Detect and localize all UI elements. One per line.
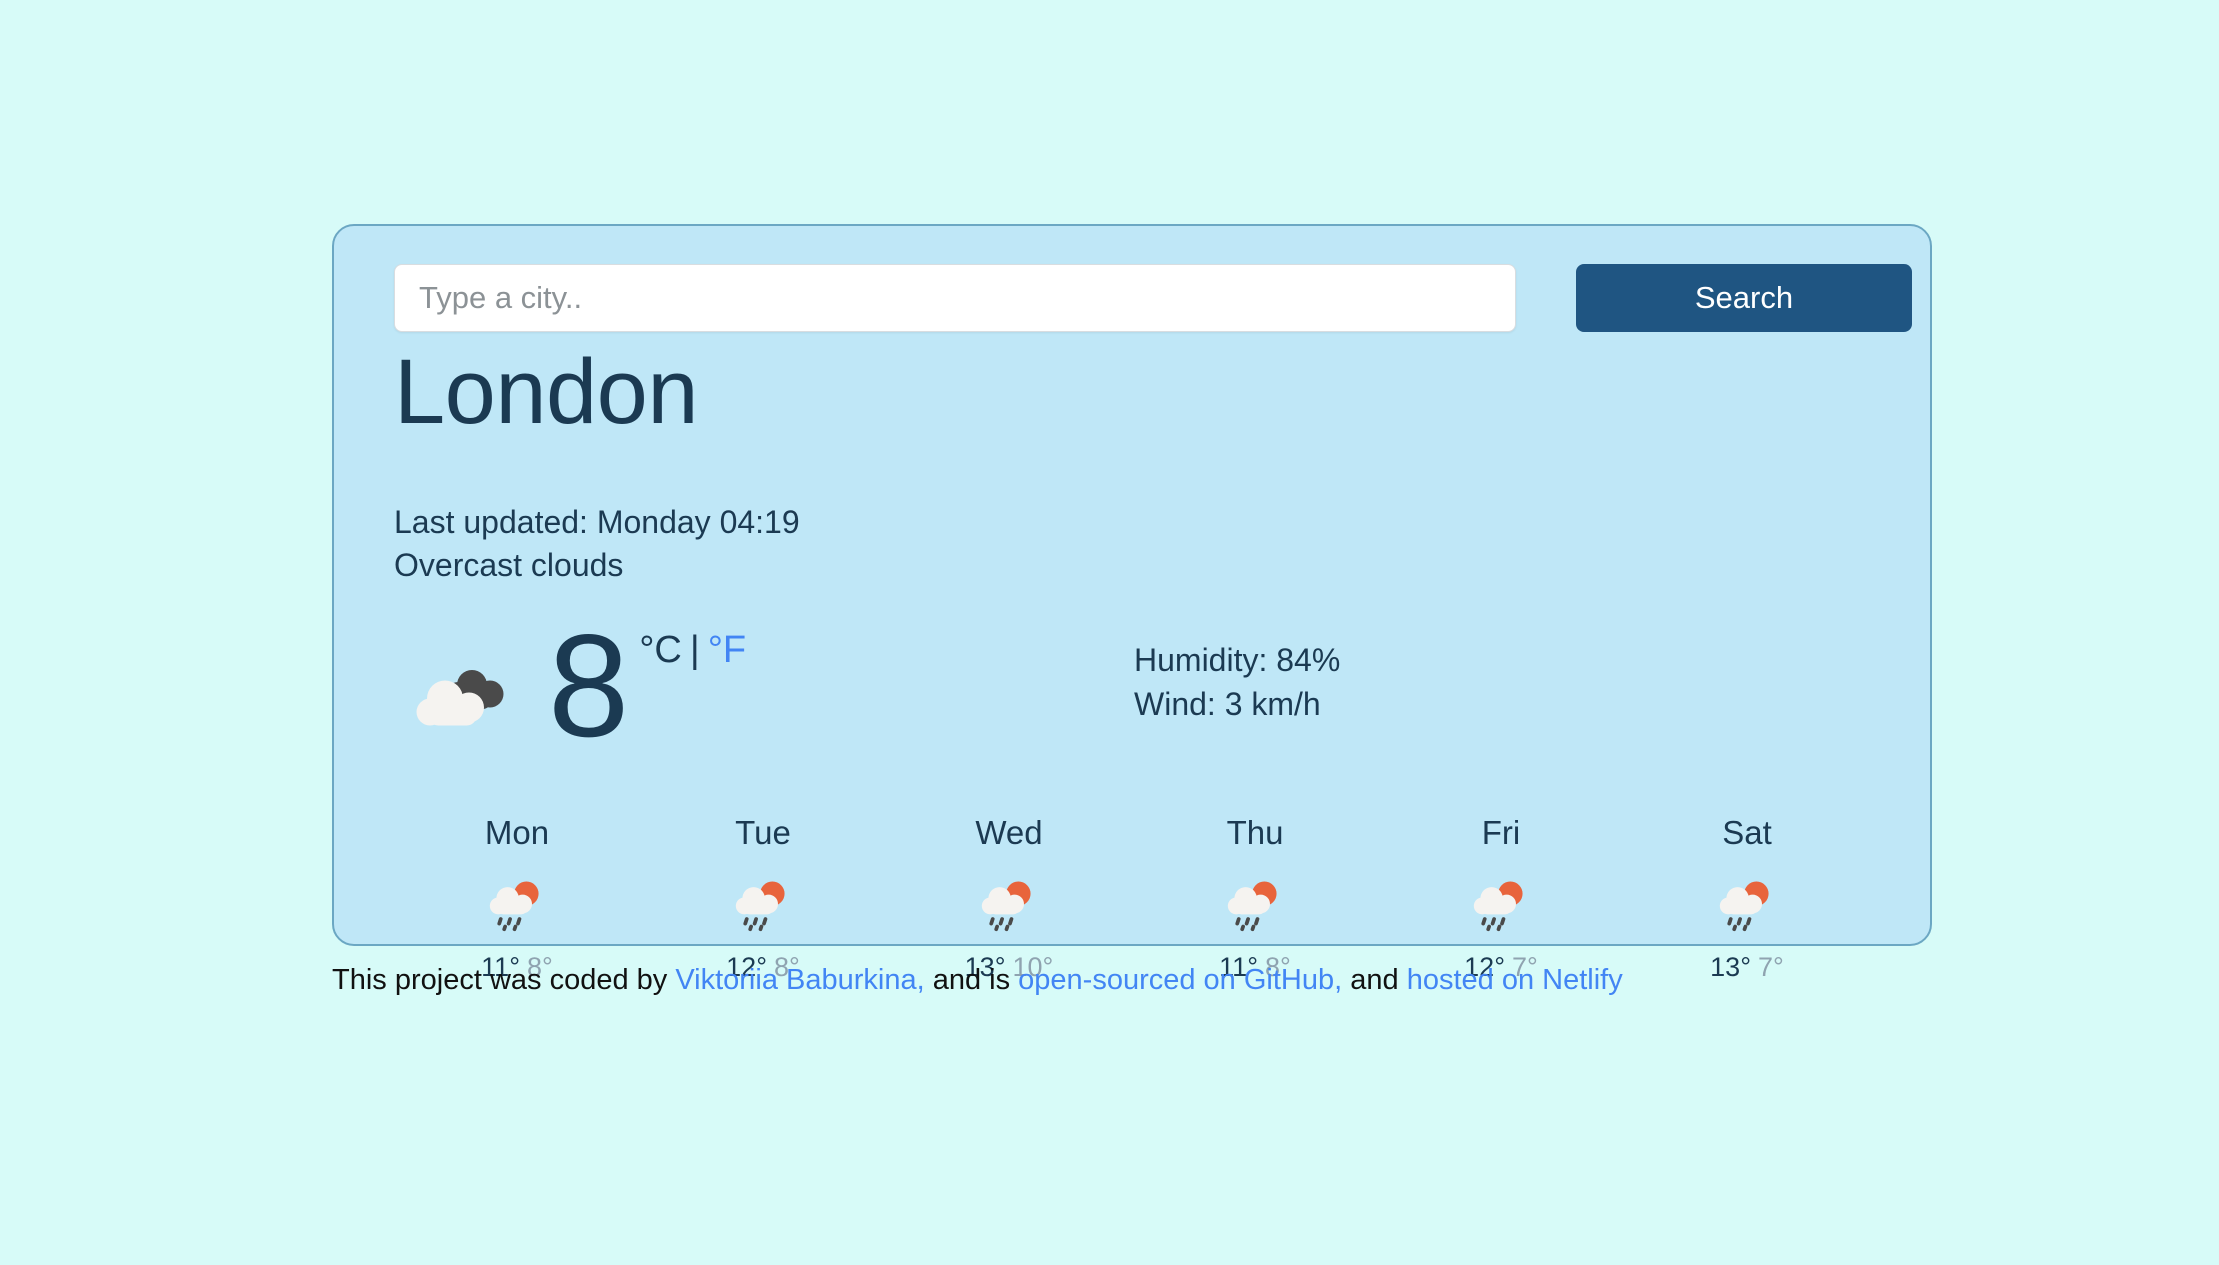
forecast-day-label: Mon [484, 814, 550, 852]
weather-card: Search London Last updated: Monday 04:19… [332, 224, 1932, 982]
forecast-day-label: Thu [1226, 814, 1284, 852]
current-conditions: 8 °C | °F Humidity: 84% Wind: 3 km/h [394, 604, 1870, 768]
weather-description: Overcast clouds [394, 547, 624, 584]
forecast-day-label: Wed [975, 814, 1043, 852]
forecast-day-label: Fri [1481, 814, 1521, 852]
unit-toggle: °C | °F [639, 629, 746, 672]
sun-behind-rain-cloud-icon [735, 881, 785, 931]
wind-text: Wind: 3 km/h [1134, 685, 1321, 722]
last-updated-text: Last updated: Monday 04:19 [394, 504, 800, 541]
sun-behind-rain-cloud-icon [1473, 881, 1523, 931]
forecast-day-temps: 13° 7° [1624, 952, 1870, 983]
forecast-temp-min: 7° [1758, 951, 1784, 982]
current-details: Humidity: 84% Wind: 3 km/h [1134, 639, 1340, 767]
unit-fahrenheit-link[interactable]: °F [708, 629, 746, 671]
forecast-day-label: Tue [735, 814, 791, 852]
forecast-day: Thu 11° 8° [1132, 814, 1378, 982]
forecast-temp-max: 13° [1710, 951, 1751, 982]
footer-text-1: This project was coded by [332, 964, 676, 996]
weather-app-page: Search London Last updated: Monday 04:19… [0, 0, 2219, 1265]
weekly-forecast: Mon 11° 8° Tue 12° 8° Wed 13° 10° Thu 11… [394, 814, 1870, 983]
unit-celsius[interactable]: °C [639, 629, 682, 671]
temperature-display: 8 °C | °F [548, 604, 746, 768]
sun-behind-rain-cloud-icon [981, 881, 1031, 931]
author-link[interactable]: Viktoriia Baburkina, [675, 964, 924, 996]
forecast-day-label: Sat [1722, 814, 1772, 852]
sun-behind-rain-cloud-icon [1719, 881, 1769, 931]
footer-credits: This project was coded by Viktoriia Babu… [332, 964, 1623, 997]
search-button[interactable]: Search [1576, 264, 1912, 332]
forecast-day: Mon 11° 8° [394, 814, 640, 982]
current-temperature-group: 8 °C | °F [394, 604, 1134, 768]
humidity-text: Humidity: 84% [1134, 642, 1341, 679]
unit-separator: | [689, 629, 700, 672]
overcast-clouds-icon [416, 670, 504, 726]
search-form: Search [394, 264, 1912, 334]
search-input[interactable] [394, 264, 1516, 332]
netlify-link[interactable]: hosted on Netlify [1407, 964, 1623, 996]
sun-behind-rain-cloud-icon [489, 881, 539, 931]
forecast-day: Wed 13° 10° [886, 814, 1132, 982]
forecast-day: Fri 12° 7° [1378, 814, 1624, 982]
city-name: London [394, 341, 699, 443]
forecast-day: Sat 13° 7° [1624, 814, 1870, 983]
github-link[interactable]: open-sourced on GitHub, [1018, 964, 1342, 996]
sun-behind-rain-cloud-icon [1227, 881, 1277, 931]
temperature-value: 8 [548, 604, 630, 768]
forecast-day: Tue 12° 8° [640, 814, 886, 982]
footer-text-2: and is [924, 964, 1019, 996]
footer-text-3: and [1342, 964, 1407, 996]
